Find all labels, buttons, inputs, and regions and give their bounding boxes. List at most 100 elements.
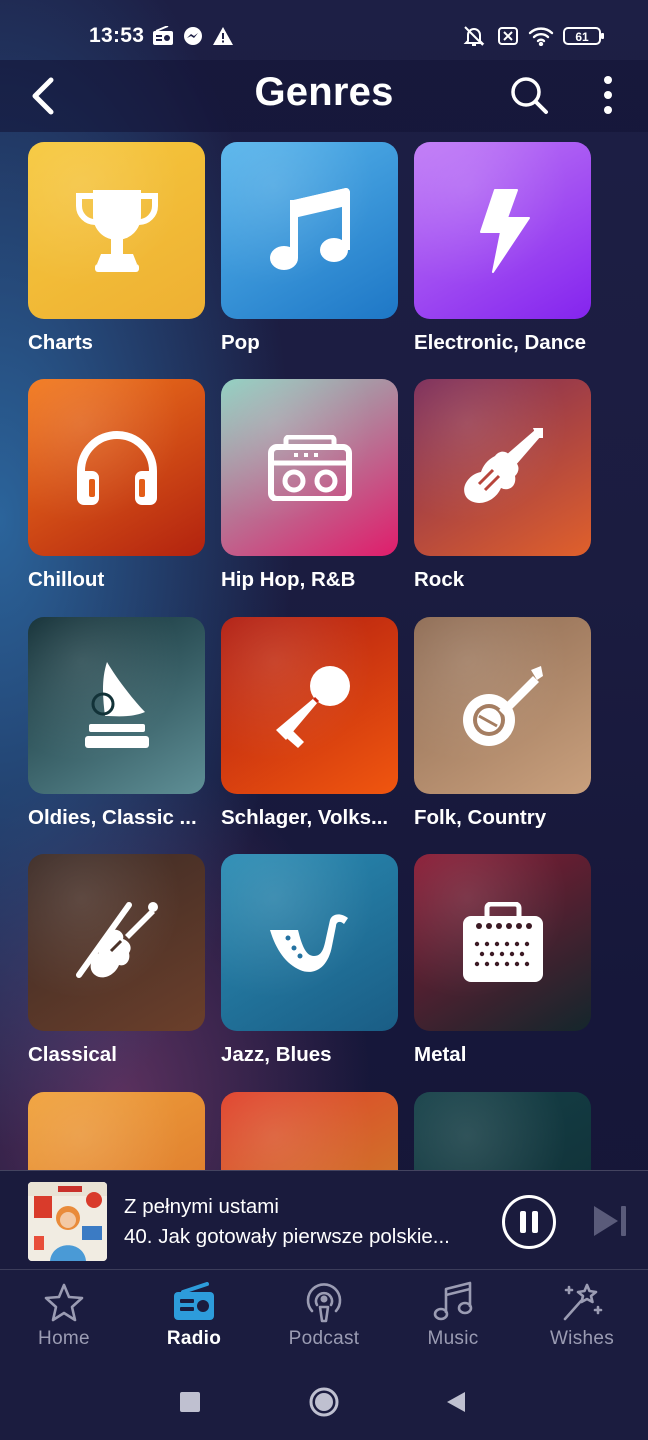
warning-icon: [212, 24, 234, 48]
genre-tile[interactable]: [414, 142, 591, 319]
search-button[interactable]: [506, 72, 552, 118]
electric-guitar-icon: [463, 427, 543, 503]
more-vertical-icon: [604, 76, 612, 114]
amplifier-icon: [462, 901, 543, 982]
microphone-icon: [275, 665, 350, 748]
violin-icon: [75, 901, 158, 978]
tab-wishes[interactable]: Wishes: [522, 1280, 642, 1360]
more-options-button[interactable]: [590, 72, 626, 118]
tab-label: Radio: [166, 1328, 222, 1349]
genre-tile[interactable]: [414, 379, 591, 556]
genre-label: Rock: [414, 568, 465, 591]
messenger-icon: [182, 24, 204, 48]
battery-level: 61: [575, 30, 589, 44]
trophy-icon: [75, 189, 158, 272]
genre-label: Hip Hop, R&B: [221, 568, 356, 591]
genre-tile[interactable]: [221, 617, 398, 794]
genre-tile[interactable]: [28, 1092, 205, 1170]
genre-card-oldies[interactable]: Oldies, Classic ...: [28, 617, 206, 830]
home-button[interactable]: [304, 1382, 344, 1422]
genre-card-partial-3[interactable]: [414, 1092, 592, 1170]
palm-tree-icon: [268, 1153, 352, 1170]
genre-card-classical[interactable]: Classical: [28, 854, 206, 1067]
genre-label: Pop: [221, 331, 260, 354]
lightning-icon: [479, 188, 530, 273]
genre-card-chillout[interactable]: Chillout: [28, 379, 206, 592]
square-icon: [180, 1392, 200, 1412]
genre-label: Chillout: [28, 568, 105, 591]
genre-card-partial-2[interactable]: [221, 1092, 399, 1170]
genre-card-schlager[interactable]: Schlager, Volks...: [221, 617, 399, 830]
tab-label: Music: [427, 1328, 479, 1349]
genre-label: Charts: [28, 331, 93, 354]
genre-label: Jazz, Blues: [221, 1043, 332, 1066]
saxophone-icon: [269, 913, 348, 972]
search-icon: [511, 77, 548, 114]
genre-grid: Charts Pop Electronic, Dance Chillout Hi…: [0, 132, 648, 1170]
sim-off-icon: [496, 24, 520, 48]
tab-music[interactable]: Music: [393, 1280, 513, 1360]
tab-label: Home: [38, 1328, 90, 1349]
music-note-icon: [269, 187, 350, 270]
music-note-icon: [433, 1281, 473, 1321]
radio-icon: [151, 24, 175, 48]
genre-label: Electronic, Dance: [414, 331, 587, 354]
genre-tile[interactable]: [221, 142, 398, 319]
app-header: Genres: [0, 60, 648, 132]
genre-card-jazz[interactable]: Jazz, Blues: [221, 854, 399, 1067]
status-time: 13:53: [89, 24, 145, 47]
tab-home[interactable]: Home: [4, 1280, 124, 1360]
system-navigation-bar: [0, 1362, 648, 1440]
genre-label: Oldies, Classic ...: [28, 806, 197, 829]
genre-tile[interactable]: [414, 617, 591, 794]
genre-card-rock[interactable]: Rock: [414, 379, 592, 592]
partial-icon: [75, 1153, 159, 1170]
magic-wand-icon: [563, 1283, 603, 1321]
genre-label: Metal: [414, 1043, 467, 1066]
podcast-icon: [306, 1283, 342, 1323]
gramophone-icon: [84, 661, 149, 748]
battery-icon: 61: [562, 24, 606, 48]
pause-icon: [520, 1211, 538, 1233]
genre-card-charts[interactable]: Charts: [28, 142, 206, 355]
headphones-icon: [76, 430, 157, 505]
circle-icon: [309, 1387, 339, 1417]
skip-next-icon: [594, 1206, 626, 1236]
star-icon: [44, 1283, 84, 1322]
genre-label: Schlager, Volks...: [221, 806, 389, 829]
podcast-cover-image[interactable]: [28, 1182, 107, 1261]
genre-tile[interactable]: [414, 1092, 591, 1170]
tab-label: Wishes: [549, 1328, 615, 1349]
banjo-icon: [462, 665, 543, 746]
genre-card-hiphop[interactable]: Hip Hop, R&B: [221, 379, 399, 592]
boombox-icon: [267, 434, 352, 501]
now-playing-subtitle: 40. Jak gotowały pierwsze polskie...: [124, 1225, 450, 1248]
genre-tile[interactable]: [28, 617, 205, 794]
tab-podcast[interactable]: Podcast: [264, 1280, 384, 1360]
tab-label: Podcast: [288, 1328, 360, 1349]
bottom-tab-bar: Home Radio Podcast Music Wishes: [0, 1270, 648, 1362]
genre-tile[interactable]: [221, 379, 398, 556]
tab-radio[interactable]: Radio: [134, 1280, 254, 1360]
pause-button[interactable]: [502, 1195, 556, 1249]
genre-card-folk[interactable]: Folk, Country: [414, 617, 592, 830]
genre-tile[interactable]: [28, 142, 205, 319]
genre-tile[interactable]: [28, 379, 205, 556]
radio-icon: [174, 1282, 214, 1320]
genre-tile[interactable]: [221, 854, 398, 1031]
genre-card-partial-1[interactable]: [28, 1092, 206, 1170]
genre-card-electronic[interactable]: Electronic, Dance: [414, 142, 592, 355]
mini-player[interactable]: Z pełnymi ustami 40. Jak gotowały pierws…: [0, 1170, 648, 1270]
bell-off-icon: [462, 24, 486, 48]
genre-tile[interactable]: [221, 1092, 398, 1170]
triangle-back-icon: [447, 1392, 465, 1412]
recents-button[interactable]: [170, 1382, 210, 1422]
genre-tile[interactable]: [414, 854, 591, 1031]
genre-card-metal[interactable]: Metal: [414, 854, 592, 1067]
genre-card-pop[interactable]: Pop: [221, 142, 399, 355]
genre-label: Folk, Country: [414, 806, 547, 829]
back-nav-button[interactable]: [436, 1382, 476, 1422]
skip-next-button[interactable]: [590, 1201, 630, 1241]
genre-label: Classical: [28, 1043, 117, 1066]
genre-tile[interactable]: [28, 854, 205, 1031]
